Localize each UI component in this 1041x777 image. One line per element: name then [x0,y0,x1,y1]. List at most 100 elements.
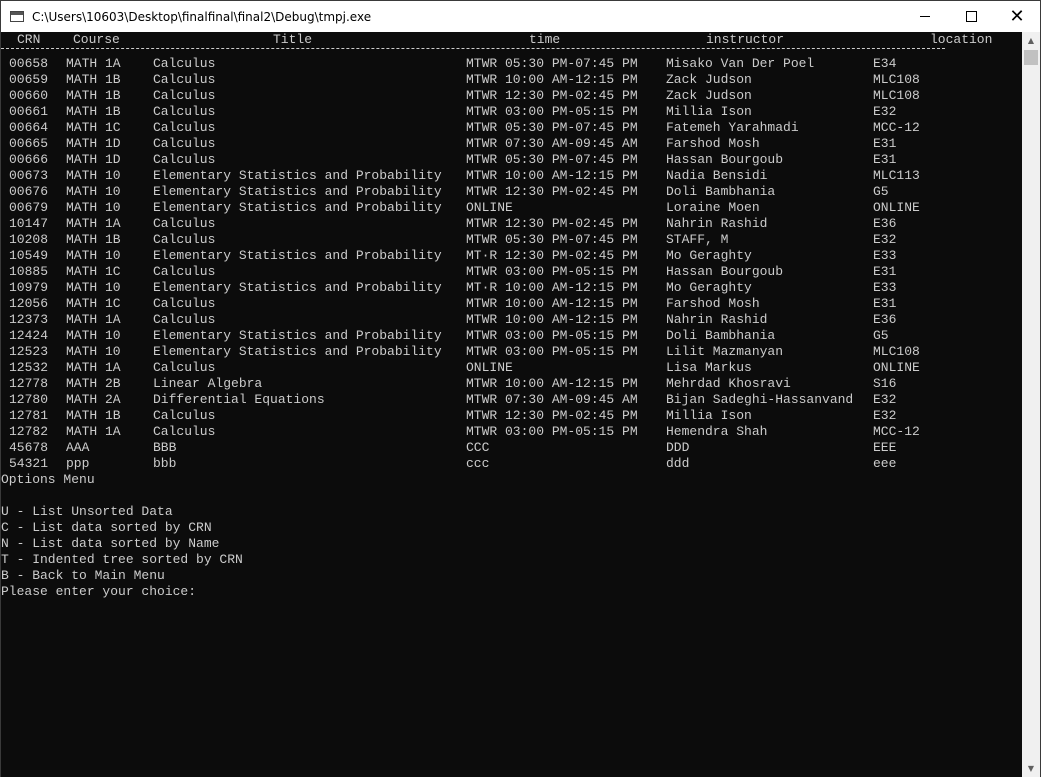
cell-time: CCC [466,440,490,455]
minimize-icon [920,16,930,17]
table-row: 00676 MATH 10 Elementary Statistics and Pr… [1,184,1023,200]
table-row: 10979 MATH 10 Elementary Statistics and Pr… [1,280,1023,296]
vertical-scrollbar[interactable]: ▲ ▼ [1022,32,1040,777]
cell-location: ONLINE [873,360,920,375]
table-row: 54321 ppp bbb ccc ddd eee [1,456,1023,472]
menu-options: U - List Unsorted Data C - List data sort… [1,504,1023,584]
cell-time: MTWR 03:00 PM-05:15 PM [466,344,638,359]
cell-instructor: Mehrdad Khosravi [666,376,791,391]
header-divider [1,48,1023,56]
cell-title: Calculus [153,56,216,71]
cell-title: Elementary Statistics and Probability [153,280,442,295]
table-row: 12782 MATH 1A Calculus MTWR 03:00 PM-05:15 … [1,424,1023,440]
cell-course: MATH 10 [66,200,121,215]
cell-instructor: Millia Ison [666,104,752,119]
cell-instructor: Fatemeh Yarahmadi [666,120,799,135]
cell-crn: 10979 [9,280,49,295]
cell-time: MT·R 12:30 PM-02:45 PM [466,248,638,263]
cell-location: E32 [873,104,897,119]
table-row: 00661 MATH 1B Calculus MTWR 03:00 PM-05:15 … [1,104,1023,120]
cell-location: EEE [873,440,897,455]
cell-location: E32 [873,408,897,423]
table-row: 00679 MATH 10 Elementary Statistics and Pr… [1,200,1023,216]
cell-crn: 00665 [9,136,49,151]
table-row: 12532 MATH 1A Calculus ONLINE Lisa Markus ONL… [1,360,1023,376]
maximize-button[interactable] [948,1,994,32]
cell-course: MATH 1A [66,56,121,71]
scroll-thumb[interactable] [1024,50,1038,65]
cell-course: MATH 1A [66,216,121,231]
cell-location: E32 [873,232,897,247]
cell-crn: 00664 [9,120,49,135]
cell-instructor: Hassan Bourgoub [666,152,784,167]
table-row: 00673 MATH 10 Elementary Statistics and Pr… [1,168,1023,184]
menu-option: C - List data sorted by CRN [1,520,212,535]
cell-title: Elementary Statistics and Probability [153,344,442,359]
cell-instructor: DDD [666,440,690,455]
cell-title: Calculus [153,296,216,311]
cell-instructor: Misako Van Der Poel [666,56,815,71]
cell-time: MTWR 12:30 PM-02:45 PM [466,408,638,423]
cell-location: E33 [873,248,897,263]
cell-time: MT·R 10:00 AM-12:15 PM [466,280,638,295]
menu-option: T - Indented tree sorted by CRN [1,552,243,567]
cell-location: E31 [873,264,897,279]
cell-course: MATH 1C [66,120,121,135]
close-button[interactable]: ✕ [994,1,1040,32]
table-row: 12523 MATH 10 Elementary Statistics and Pr… [1,344,1023,360]
table-row: 45678 AAA BBB CCC DDD EEE [1,440,1023,456]
cell-course: MATH 1A [66,312,121,327]
cell-instructor: Nadia Bensidi [666,168,768,183]
table-row: 10549 MATH 10 Elementary Statistics and Pr… [1,248,1023,264]
window-title: C:\Users\10603\Desktop\finalfinal\final2… [32,9,372,24]
cell-crn: 12778 [9,376,49,391]
cell-title: Calculus [153,216,216,231]
cell-instructor: Farshod Mosh [666,136,760,151]
cell-course: AAA [66,440,90,455]
cell-instructor: Hassan Bourgoub [666,264,784,279]
cell-time: MTWR 05:30 PM-07:45 PM [466,232,638,247]
cell-instructor: Loraine Moen [666,200,760,215]
cell-crn: 10147 [9,216,49,231]
choice-prompt[interactable]: Please enter your choice: [1,584,1023,600]
maximize-icon [965,11,977,22]
scroll-up-icon[interactable]: ▲ [1022,32,1040,49]
cell-location: eee [873,456,897,471]
cell-time: MTWR 05:30 PM-07:45 PM [466,120,638,135]
cell-location: S16 [873,376,897,391]
cell-course: MATH 1B [66,408,121,423]
cell-location: MCC-12 [873,120,920,135]
cell-crn: 12373 [9,312,49,327]
table-header: CRN Course Title time instructor locatio… [1,32,1023,48]
console-output[interactable]: CRN Course Title time instructor locatio… [1,32,1023,777]
cell-title: Calculus [153,424,216,439]
minimize-button[interactable] [902,1,948,32]
cell-time: MTWR 10:00 AM-12:15 PM [466,168,638,183]
header-instructor: instructor [706,32,785,47]
cell-location: MLC108 [873,88,920,103]
cell-instructor: ddd [666,456,690,471]
cell-crn: 12056 [9,296,49,311]
cell-instructor: Bijan Sadeghi-Hassanvand [666,392,854,407]
cell-time: MTWR 07:30 AM-09:45 AM [466,392,638,407]
cell-instructor: Doli Bambhania [666,184,776,199]
cell-title: Elementary Statistics and Probability [153,200,442,215]
table-row: 12373 MATH 1A Calculus MTWR 10:00 AM-12:15 … [1,312,1023,328]
title-bar[interactable]: C:\Users\10603\Desktop\finalfinal\final2… [1,1,1040,32]
header-course: Course [73,32,120,47]
cell-title: Elementary Statistics and Probability [153,168,442,183]
cell-time: MTWR 12:30 PM-02:45 PM [466,88,638,103]
header-crn: CRN [17,32,41,47]
cell-course: MATH 10 [66,344,121,359]
cell-title: Calculus [153,264,216,279]
cell-instructor: Nahrin Rashid [666,312,768,327]
table-row: 12778 MATH 2B Linear Algebra MTWR 10:00 AM-… [1,376,1023,392]
cell-crn: 10885 [9,264,49,279]
cell-time: MTWR 10:00 AM-12:15 PM [466,72,638,87]
cell-course: MATH 1B [66,72,121,87]
scroll-down-icon[interactable]: ▼ [1022,760,1040,777]
table-row: 10208 MATH 1B Calculus MTWR 05:30 PM-07:45 … [1,232,1023,248]
cell-time: MTWR 10:00 AM-12:15 PM [466,312,638,327]
cell-instructor: Zack Judson [666,72,752,87]
